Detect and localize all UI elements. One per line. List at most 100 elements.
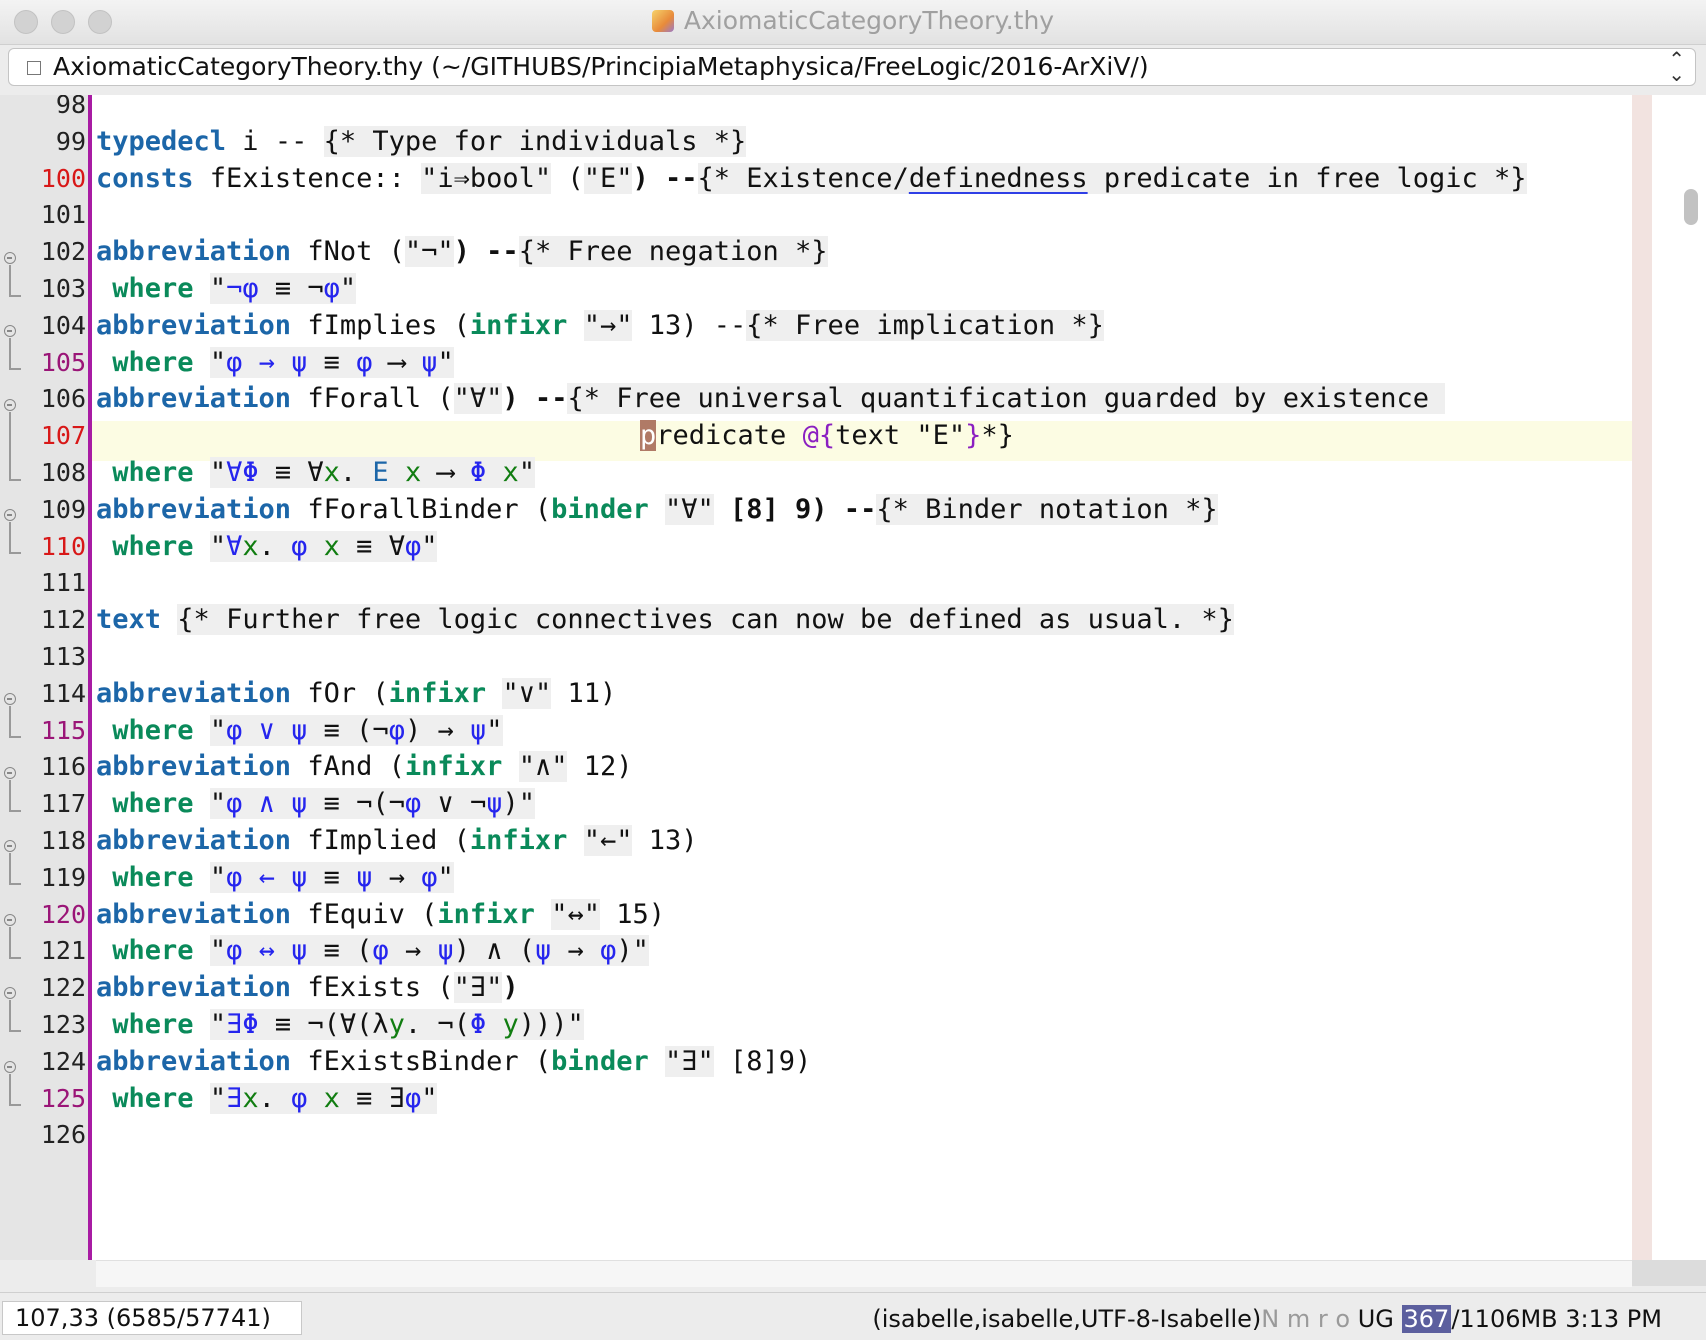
code-token: ψ bbox=[437, 935, 454, 966]
code-token: x bbox=[502, 457, 519, 488]
fold-toggle-icon[interactable] bbox=[4, 509, 16, 521]
code-token bbox=[242, 862, 259, 893]
code-token: ≡ ∀ bbox=[339, 531, 405, 562]
code-token: " bbox=[486, 715, 503, 746]
code-token: → bbox=[258, 347, 275, 378]
text-area[interactable]: 98 99 100 101 102 103 104 105 106 107 10… bbox=[0, 95, 1632, 1260]
code-token: ψ bbox=[486, 788, 503, 819]
code-token bbox=[486, 1009, 503, 1040]
code-token: "i⇒bool" bbox=[421, 163, 552, 194]
code-line: abbreviation fExistsBinder (binder "∃" [… bbox=[96, 1042, 811, 1082]
code-token: "∨" bbox=[502, 678, 552, 709]
code-token: abbreviation bbox=[96, 972, 292, 1003]
buffer-selector[interactable]: AxiomaticCategoryTheory.thy (~/GITHUBS/P… bbox=[8, 48, 1696, 86]
code-token: x bbox=[323, 457, 340, 488]
code-token: binder bbox=[551, 1046, 649, 1077]
fold-toggle-icon[interactable] bbox=[4, 987, 16, 999]
code-token: → bbox=[388, 935, 438, 966]
fold-end bbox=[9, 552, 21, 554]
code-token: where bbox=[112, 347, 194, 378]
code-token: Φ bbox=[242, 1009, 259, 1040]
memory-used[interactable]: 367 bbox=[1401, 1305, 1452, 1333]
fold-toggle-icon[interactable] bbox=[4, 767, 16, 779]
fold-toggle-icon[interactable] bbox=[4, 1061, 16, 1073]
buffer-checkbox[interactable] bbox=[27, 61, 41, 75]
overview-track[interactable] bbox=[1632, 95, 1652, 1260]
code-token: " bbox=[209, 347, 227, 378]
code-token: ≡ ∃ bbox=[339, 1083, 405, 1114]
code-line: where "¬φ ≡ ¬φ" bbox=[96, 269, 357, 309]
code-token: x bbox=[242, 1083, 259, 1114]
code-token: infixr bbox=[469, 825, 568, 856]
fold-end bbox=[9, 883, 21, 885]
fold-end bbox=[9, 736, 21, 738]
code-token: ψ bbox=[469, 715, 487, 746]
fold-line bbox=[9, 853, 11, 883]
fold-toggle-icon[interactable] bbox=[4, 399, 16, 411]
code-token: ) -- bbox=[502, 383, 568, 414]
fold-end bbox=[9, 1104, 21, 1106]
title-bar: AxiomaticCategoryTheory.thy bbox=[0, 0, 1706, 45]
line-number: 117 bbox=[40, 789, 86, 818]
code-token: "¬" bbox=[404, 236, 454, 267]
status-right: (isabelle,isabelle,UTF-8-Isabelle)N m r … bbox=[872, 1305, 1662, 1333]
code-token: where bbox=[112, 935, 194, 966]
code-token: "←" bbox=[583, 825, 633, 856]
code-token: abbreviation bbox=[96, 825, 292, 856]
scrollbar-thumb[interactable] bbox=[1684, 189, 1698, 225]
code-token: "→" bbox=[583, 310, 633, 341]
fold-end bbox=[9, 368, 21, 370]
vertical-scrollbar[interactable] bbox=[1632, 95, 1706, 1260]
ug-indicator: UG bbox=[1350, 1305, 1402, 1333]
code-token: abbreviation bbox=[96, 1046, 292, 1077]
line-number: 119 bbox=[40, 863, 86, 892]
horizontal-scrollbar[interactable] bbox=[96, 1260, 1632, 1287]
code-token: "∧" bbox=[518, 751, 568, 782]
buffer-mode[interactable]: (isabelle,isabelle,UTF-8-Isabelle) bbox=[872, 1305, 1261, 1333]
code-token: ψ bbox=[421, 347, 438, 378]
code-line: abbreviation fImplied (infixr "←" 13) bbox=[96, 821, 698, 861]
code-token: infixr bbox=[404, 751, 503, 782]
fold-toggle-icon[interactable] bbox=[4, 252, 16, 264]
code-token: Φ bbox=[470, 457, 487, 488]
code-token: i -- bbox=[226, 126, 324, 157]
code-token: → bbox=[372, 862, 422, 893]
up-down-chevron-icon[interactable]: ⌃ ⌄ bbox=[1668, 49, 1685, 84]
code-token: " bbox=[209, 457, 227, 488]
fold-toggle-icon[interactable] bbox=[4, 693, 16, 705]
code-token: ψ bbox=[356, 862, 373, 893]
code-token: typedecl bbox=[96, 126, 227, 157]
fold-line bbox=[9, 927, 11, 957]
code-token bbox=[307, 531, 324, 562]
code-token: ψ bbox=[291, 935, 308, 966]
code-token: ∀ bbox=[226, 457, 243, 488]
code-token: . bbox=[258, 531, 292, 562]
code-token: fImplies ( bbox=[291, 310, 470, 341]
code-token: ↔ bbox=[258, 935, 275, 966]
fold-line bbox=[9, 1074, 11, 1104]
code-token: Φ bbox=[242, 457, 259, 488]
code-token: where bbox=[112, 457, 194, 488]
clock: 3:13 PM bbox=[1557, 1305, 1662, 1333]
code-token: fExists ( bbox=[291, 972, 454, 1003]
fold-toggle-icon[interactable] bbox=[4, 325, 16, 337]
fold-toggle-icon[interactable] bbox=[4, 840, 16, 852]
code-token: ≡ ¬(¬ bbox=[307, 788, 405, 819]
code-line: where "φ ∧ ψ ≡ ¬(¬φ ∨ ¬ψ)" bbox=[96, 784, 536, 824]
code-token: *} bbox=[981, 420, 1014, 451]
fold-line bbox=[9, 780, 11, 810]
code-token: binder bbox=[551, 494, 649, 525]
fold-toggle-icon[interactable] bbox=[4, 914, 16, 926]
code-token: consts bbox=[96, 163, 194, 194]
code-token: φ bbox=[600, 935, 617, 966]
line-number: 123 bbox=[40, 1010, 86, 1039]
caret-position[interactable]: 107,33 (6585/57741) bbox=[2, 1301, 302, 1335]
